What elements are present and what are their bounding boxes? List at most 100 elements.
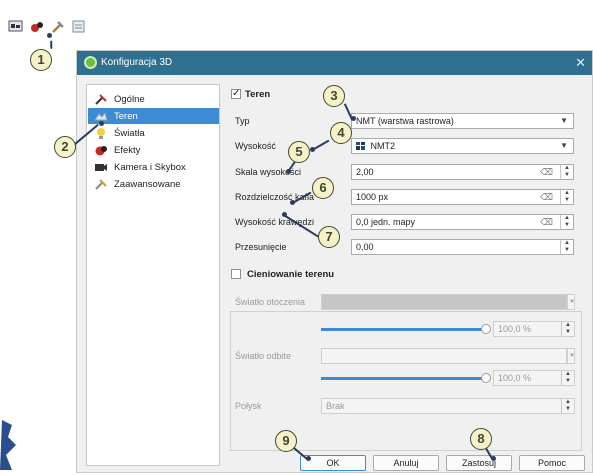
callout-8-dot	[491, 456, 496, 461]
sidebar-item-label: Kamera i Skybox	[114, 161, 186, 173]
sidebar-item-label: Efekty	[114, 144, 141, 156]
scale-input[interactable]: 2,00 ⌫ ▲ ▼	[351, 164, 574, 180]
scale-value: 2,00	[356, 167, 374, 177]
chevron-down-icon: ▼	[560, 116, 568, 125]
diffuse-slider-fill	[321, 377, 486, 380]
sidebar-item-label: Ogólne	[114, 93, 145, 105]
shading-section-title: Cieniowanie terenu	[247, 269, 335, 280]
raster-layer-icon	[356, 140, 365, 150]
callout-2-dot	[99, 121, 104, 126]
callout-7-dot	[282, 212, 287, 217]
dialog-title: Konfiguracja 3D	[101, 57, 173, 68]
spinner-icon[interactable]: ▲ ▼	[561, 371, 574, 385]
sidebar-item-label: Teren	[114, 110, 138, 122]
shininess-input[interactable]: Brak ▲ ▼	[321, 398, 575, 414]
spinner-icon[interactable]: ▲ ▼	[560, 190, 573, 204]
sidebar-item-label: Światła	[114, 127, 145, 139]
config-3d-dialog: Konfiguracja 3D ✕ Ogólne Teren Światła E…	[76, 50, 593, 473]
callout-5-dot	[286, 169, 291, 174]
clear-icon[interactable]: ⌫	[540, 165, 553, 179]
close-button[interactable]: ✕	[575, 55, 586, 71]
tile-resolution-input[interactable]: 1000 px ⌫ ▲ ▼	[351, 189, 574, 205]
ambient-color-dropdown[interactable]: ▼	[567, 294, 575, 310]
callout-4: 4	[330, 122, 352, 144]
spinner-icon[interactable]: ▲ ▼	[560, 165, 573, 179]
light-bulb-icon	[94, 127, 108, 139]
callout-9-dot	[306, 456, 311, 461]
chevron-down-icon: ▼	[569, 299, 575, 305]
effects-icon	[94, 144, 108, 156]
spinner-icon[interactable]: ▲ ▼	[561, 322, 574, 336]
ambient-percent-value: 100,0 %	[498, 324, 532, 334]
apply-button[interactable]: Zastosuj	[446, 455, 512, 471]
sidebar: Ogólne Teren Światła Efekty Kamera i Sky…	[86, 84, 220, 466]
height-label: Wysokość	[235, 141, 276, 151]
tools-icon	[94, 93, 108, 105]
height-layer-dropdown[interactable]: NMT2 ▼	[351, 138, 574, 154]
shading-checkbox[interactable]	[231, 269, 241, 279]
sidebar-item-terrain[interactable]: Teren	[88, 108, 219, 124]
callout-1-dot	[47, 33, 52, 38]
callout-3: 3	[323, 85, 345, 107]
title-bar: Konfiguracja 3D ✕	[77, 51, 592, 75]
ambient-percent-input[interactable]: 100,0 % ▲ ▼	[493, 321, 575, 337]
sidebar-item-effects[interactable]: Efekty	[88, 142, 219, 158]
offset-label: Przesunięcie	[235, 242, 287, 252]
settings-icon[interactable]	[71, 19, 86, 34]
callout-9: 9	[275, 430, 297, 452]
tile-resolution-value: 1000 px	[356, 192, 389, 202]
type-dropdown[interactable]: NMT (warstwa rastrowa) ▼	[351, 113, 574, 129]
shininess-label: Połysk	[235, 401, 262, 411]
cancel-button[interactable]: Anuluj	[373, 455, 439, 471]
terrain-section-title: Teren	[245, 89, 271, 100]
diffuse-slider-handle[interactable]	[481, 373, 491, 383]
callout-5: 5	[288, 141, 310, 163]
height-layer-value: NMT2	[370, 141, 396, 151]
callout-8: 8	[470, 428, 492, 450]
spinner-icon[interactable]: ▲ ▼	[560, 215, 573, 229]
callout-4-dot	[310, 147, 315, 152]
qgis-logo-icon	[84, 56, 97, 69]
callout-1: 1	[30, 49, 52, 71]
type-label: Typ	[235, 116, 250, 126]
terrain-checkbox[interactable]: ✓	[231, 89, 241, 99]
diffuse-color-dropdown[interactable]: ▼	[567, 348, 575, 364]
3d-view-icon[interactable]	[29, 19, 44, 34]
help-button[interactable]: Pomoc	[519, 455, 585, 471]
background-graphic	[0, 415, 18, 473]
ambient-color-button[interactable]	[321, 294, 567, 310]
sidebar-item-label: Zaawansowane	[114, 178, 181, 190]
camera-icon	[94, 161, 108, 173]
callout-7: 7	[318, 226, 340, 248]
shininess-value: Brak	[326, 401, 345, 411]
skirt-height-input[interactable]: 0,0 jedn. mapy ⌫ ▲ ▼	[351, 214, 574, 230]
sidebar-item-lights[interactable]: Światła	[88, 125, 219, 141]
diffuse-percent-input[interactable]: 100,0 % ▲ ▼	[493, 370, 575, 386]
clear-icon[interactable]: ⌫	[540, 215, 553, 229]
map-canvas-icon[interactable]	[8, 19, 23, 34]
diffuse-percent-value: 100,0 %	[498, 373, 532, 383]
chevron-down-icon: ▼	[560, 141, 568, 150]
offset-value: 0,00	[356, 242, 374, 252]
sidebar-item-camera[interactable]: Kamera i Skybox	[88, 159, 219, 175]
skirt-height-value: 0,0 jedn. mapy	[356, 217, 416, 227]
callout-6: 6	[312, 177, 334, 199]
spinner-icon[interactable]: ▲ ▼	[561, 399, 574, 413]
type-value: NMT (warstwa rastrowa)	[356, 116, 454, 126]
sidebar-item-general[interactable]: Ogólne	[88, 91, 219, 107]
callout-6-dot	[290, 200, 295, 205]
clear-icon[interactable]: ⌫	[540, 190, 553, 204]
ambient-slider-fill	[321, 328, 486, 331]
diffuse-label: Światło odbite	[235, 351, 292, 361]
tools-icon[interactable]	[50, 19, 65, 34]
callout-2: 2	[54, 136, 76, 158]
advanced-icon	[94, 178, 108, 190]
diffuse-color-button[interactable]	[321, 348, 567, 364]
ambient-slider-handle[interactable]	[481, 324, 491, 334]
ambient-label: Światło otoczenia	[235, 297, 306, 307]
spinner-icon[interactable]: ▲ ▼	[560, 240, 573, 254]
callout-3-dot	[351, 116, 356, 121]
offset-input[interactable]: 0,00 ▲ ▼	[351, 239, 574, 255]
chevron-down-icon: ▼	[569, 353, 575, 359]
sidebar-item-advanced[interactable]: Zaawansowane	[88, 176, 219, 192]
